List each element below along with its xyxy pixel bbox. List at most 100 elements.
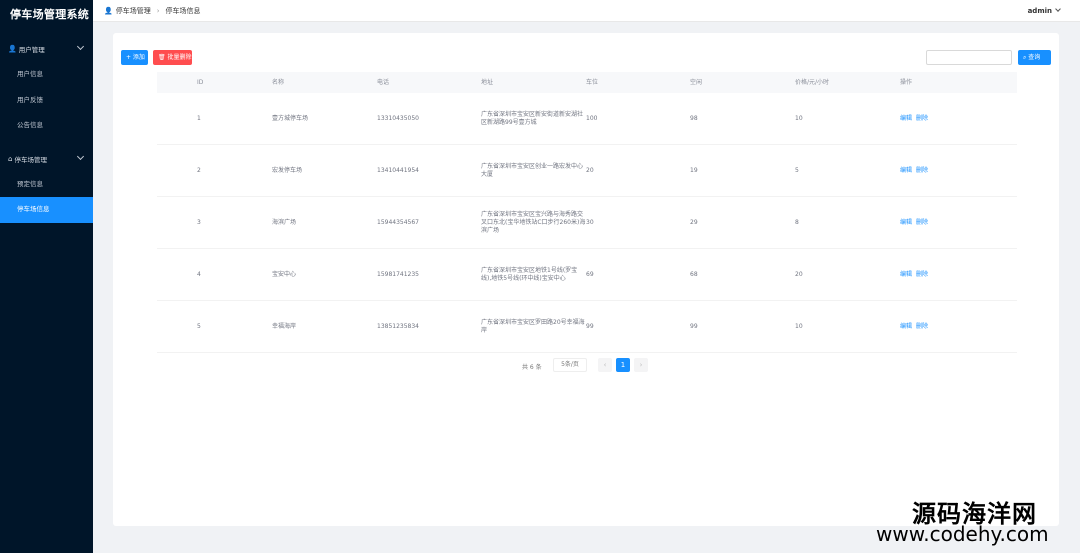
sidebar-group-label: 用户管理 (18, 46, 45, 54)
sidebar-group-parking-management[interactable]: ⌂ 停车场管理 (0, 146, 93, 172)
batch-delete-button[interactable]: 🗑 批量删除 (153, 50, 192, 65)
cell-phone: 13310435050 (377, 115, 419, 122)
cell-phone: 15944354567 (377, 219, 419, 226)
edit-link[interactable]: 编辑 (900, 219, 912, 227)
cell-id: 2 (197, 167, 201, 174)
cell-actions: 编辑 删除 (900, 145, 932, 197)
app-title: 停车场管理系统 (10, 8, 90, 21)
cell-actions: 编辑 删除 (900, 197, 932, 249)
top-bar: 👤 停车场管理 › 停车场信息 admin (93, 0, 1080, 22)
column-header-id: ID (197, 79, 204, 86)
cell-name: 海滨广场 (272, 219, 297, 226)
delete-icon: 🗑 (158, 54, 166, 61)
page-size-select[interactable]: 5条/页 (553, 358, 587, 372)
cell-address: 广东省深圳市宝安区罗田路20号幸福海岸 (481, 319, 585, 334)
cell-actions: 编辑 删除 (900, 249, 932, 301)
sidebar-group-user-management[interactable]: 👤 用户管理 (0, 36, 93, 62)
delete-link[interactable]: 删除 (916, 271, 928, 279)
cell-free: 99 (690, 323, 698, 330)
add-button[interactable]: + 添加 (121, 50, 148, 65)
column-header-phone: 电话 (377, 79, 390, 86)
delete-link[interactable]: 删除 (916, 167, 928, 175)
cell-address: 广东省深圳市宝安区创业一路宏发中心大厦 (481, 163, 584, 178)
watermark-url: www.codehy.com (876, 522, 1049, 546)
table-row: 5 幸福海岸 13851235834 广东省深圳市宝安区罗田路20号幸福海岸 9… (157, 301, 1017, 353)
chevron-down-icon (76, 152, 85, 160)
column-header-spaces: 车位 (586, 79, 599, 86)
cell-price: 8 (795, 219, 799, 226)
page-button-1[interactable]: 1 (616, 358, 630, 372)
cell-id: 5 (197, 323, 201, 330)
cell-id: 1 (197, 115, 201, 122)
cell-name: 壹方城停车场 (272, 115, 309, 122)
sidebar-item-reservations[interactable]: 预定信息 (0, 172, 93, 198)
sidebar-group-label: 停车场管理 (14, 155, 47, 164)
cell-actions: 编辑 删除 (900, 301, 932, 353)
chevron-down-icon (1055, 6, 1061, 12)
table-row: 4 宝安中心 15981741235 广东省深圳市宝安区地铁1号线(罗宝线),地… (157, 249, 1017, 301)
cell-name: 宝安中心 (272, 271, 297, 278)
cell-spaces: 20 (586, 167, 594, 174)
delete-link[interactable]: 删除 (916, 219, 928, 227)
chevron-down-icon (76, 42, 85, 51)
cell-price: 5 (795, 167, 799, 174)
search-label: 查询 (1028, 54, 1041, 61)
user-icon: 👤 (104, 6, 113, 15)
cell-phone: 15981741235 (377, 271, 419, 278)
cell-free: 68 (690, 271, 698, 278)
sidebar: 停车场管理系统 👤 用户管理 用户信息 用户反馈 公告信息 ⌂ 停车场管理 预定… (0, 0, 93, 553)
column-header-actions: 操作 (900, 79, 913, 86)
breadcrumb-separator: › (156, 6, 160, 15)
user-menu[interactable]: admin (1027, 0, 1061, 22)
prev-page-button[interactable]: ‹ (598, 358, 612, 372)
search-icon: ⌕ (1023, 54, 1027, 61)
sidebar-item-parking-info[interactable]: 停车场信息 (0, 197, 93, 223)
column-header-free: 空闲 (690, 79, 703, 86)
cell-free: 19 (690, 167, 698, 174)
cell-phone: 13410441954 (377, 167, 419, 174)
content-card: + 添加 🗑 批量删除 ⌕ 查询 ID 名称 电话 地址 车位 空闲 价格/元/… (113, 33, 1059, 526)
sidebar-item-user-info[interactable]: 用户信息 (0, 62, 93, 88)
cell-price: 10 (795, 115, 803, 122)
cell-name: 幸福海岸 (272, 323, 297, 330)
cell-price: 10 (795, 323, 803, 330)
cell-spaces: 99 (586, 323, 594, 330)
cell-name: 宏发停车场 (272, 167, 303, 174)
cell-spaces: 69 (586, 271, 594, 278)
cell-address: 广东省深圳市宝安区地铁1号线(罗宝线),地铁5号线(环中线)宝安中心 (481, 267, 578, 282)
table-header: ID 名称 电话 地址 车位 空闲 价格/元/小时 操作 (157, 72, 1017, 93)
column-header-address: 地址 (481, 79, 494, 86)
search-button[interactable]: ⌕ 查询 (1018, 50, 1051, 65)
edit-link[interactable]: 编辑 (900, 115, 912, 123)
column-header-name: 名称 (272, 79, 285, 86)
cell-address: 广东省深圳市宝安区新安街道新安湖社区新湖路99号壹方城 (481, 111, 584, 126)
delete-link[interactable]: 删除 (916, 323, 928, 331)
batch-delete-label: 批量删除 (167, 54, 192, 61)
cell-spaces: 30 (586, 219, 594, 226)
sidebar-item-announcements[interactable]: 公告信息 (0, 113, 93, 139)
next-page-button[interactable]: › (634, 358, 648, 372)
breadcrumb-item[interactable]: 停车场管理 (116, 6, 151, 16)
cell-spaces: 100 (586, 115, 598, 122)
user-icon: 👤 (8, 45, 17, 53)
table-row: 3 海滨广场 15944354567 广东省深圳市宝安区宝兴路与海秀路交叉口东北… (157, 197, 1017, 249)
parking-icon: ⌂ (8, 154, 13, 163)
cell-phone: 13851235834 (377, 323, 419, 330)
cell-id: 4 (197, 271, 201, 278)
cell-free: 29 (690, 219, 698, 226)
table-row: 1 壹方城停车场 13310435050 广东省深圳市宝安区新安街道新安湖社区新… (157, 93, 1017, 145)
sidebar-item-user-feedback[interactable]: 用户反馈 (0, 88, 93, 114)
edit-link[interactable]: 编辑 (900, 323, 912, 331)
username: admin (1027, 7, 1052, 15)
edit-link[interactable]: 编辑 (900, 271, 912, 279)
pagination-total: 共 6 条 (522, 364, 542, 371)
search-input[interactable] (926, 50, 1012, 65)
edit-link[interactable]: 编辑 (900, 167, 912, 175)
cell-address: 广东省深圳市宝安区宝兴路与海秀路交叉口东北(宝华地铁站C口步行260米)海滨广场 (481, 211, 586, 234)
delete-link[interactable]: 删除 (916, 115, 928, 123)
cell-id: 3 (197, 219, 201, 226)
column-header-price: 价格/元/小时 (795, 79, 830, 86)
cell-price: 20 (795, 271, 803, 278)
table-row: 2 宏发停车场 13410441954 广东省深圳市宝安区创业一路宏发中心大厦 … (157, 145, 1017, 197)
cell-free: 98 (690, 115, 698, 122)
